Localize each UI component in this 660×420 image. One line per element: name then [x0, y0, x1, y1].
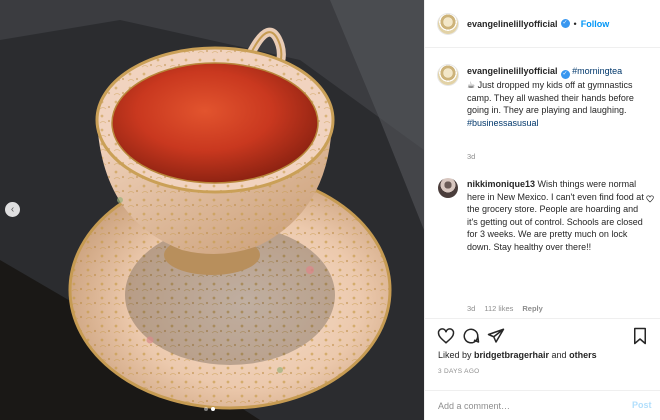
post-caption: evangelinelillyofficial ✓ #morningtea ☕ Ju… — [438, 65, 653, 129]
likes-prefix: Liked by — [438, 350, 475, 360]
comment-body: Wish things were normal here in New Mexi… — [467, 179, 644, 252]
teacup-photo — [0, 0, 424, 420]
previous-image-button[interactable]: ‹ — [5, 202, 20, 217]
carousel-dot-active — [211, 407, 215, 411]
post-header: evangelinelillyofficial ✓ • Follow — [425, 0, 660, 48]
tea-emoji: ☕ — [467, 80, 476, 90]
comment-like-heart-icon[interactable] — [646, 195, 654, 203]
comment-meta: 3d 112 likes Reply — [467, 304, 543, 313]
heart-icon[interactable] — [437, 327, 455, 345]
post-photo[interactable]: ‹ — [0, 0, 424, 420]
commenter-username[interactable]: nikkimonique13 — [467, 179, 535, 189]
caption-body: Just dropped my kids off at gymnastics c… — [467, 80, 634, 115]
caption-timestamp[interactable]: 3d — [467, 152, 475, 161]
action-bar — [425, 318, 660, 352]
carousel-indicator — [204, 407, 215, 411]
comment-icon[interactable] — [462, 327, 480, 345]
verified-badge-icon: ✓ — [560, 19, 570, 28]
chevron-left-icon: ‹ — [10, 203, 15, 215]
add-comment-bar: Post — [425, 390, 660, 420]
header-username[interactable]: evangelinelillyofficial — [467, 19, 558, 29]
reply-button[interactable]: Reply — [522, 304, 542, 313]
carousel-dot — [204, 407, 208, 411]
comment-likes[interactable]: 112 likes — [484, 304, 513, 313]
comment-text: nikkimonique13 Wish things were normal h… — [467, 178, 650, 253]
commenter-avatar[interactable] — [438, 178, 458, 198]
hashtag-link[interactable]: #businessasusual — [467, 118, 539, 128]
comment-input[interactable] — [438, 398, 618, 414]
likes-others[interactable]: others — [569, 350, 597, 360]
likes-summary: Liked by bridgetbragerhair and others — [438, 350, 597, 360]
comment-item: nikkimonique13 Wish things were normal h… — [438, 178, 653, 253]
comment-timestamp[interactable]: 3d — [467, 304, 475, 313]
post-comment-button[interactable]: Post — [632, 400, 652, 410]
hashtag-link[interactable]: #morningtea — [572, 66, 622, 76]
caption-username[interactable]: evangelinelillyofficial — [467, 66, 558, 76]
caption-text: evangelinelillyofficial ✓ #morningtea ☕ Ju… — [467, 65, 647, 129]
caption-avatar[interactable] — [438, 65, 458, 85]
liked-by-user[interactable]: bridgetbragerhair — [474, 350, 549, 360]
avatar[interactable] — [438, 13, 458, 34]
likes-middle: and — [549, 350, 570, 360]
share-icon[interactable] — [487, 327, 505, 345]
bookmark-icon[interactable] — [631, 327, 649, 345]
separator-dot: • — [573, 18, 577, 29]
verified-badge-icon: ✓ — [560, 70, 570, 79]
post-date[interactable]: 3 DAYS AGO — [438, 368, 480, 375]
instagram-post: ‹ evangelinelillyofficial ✓ • Follow eva… — [0, 0, 660, 420]
follow-button[interactable]: Follow — [581, 19, 610, 29]
post-details-panel: evangelinelillyofficial ✓ • Follow evang… — [424, 0, 660, 420]
